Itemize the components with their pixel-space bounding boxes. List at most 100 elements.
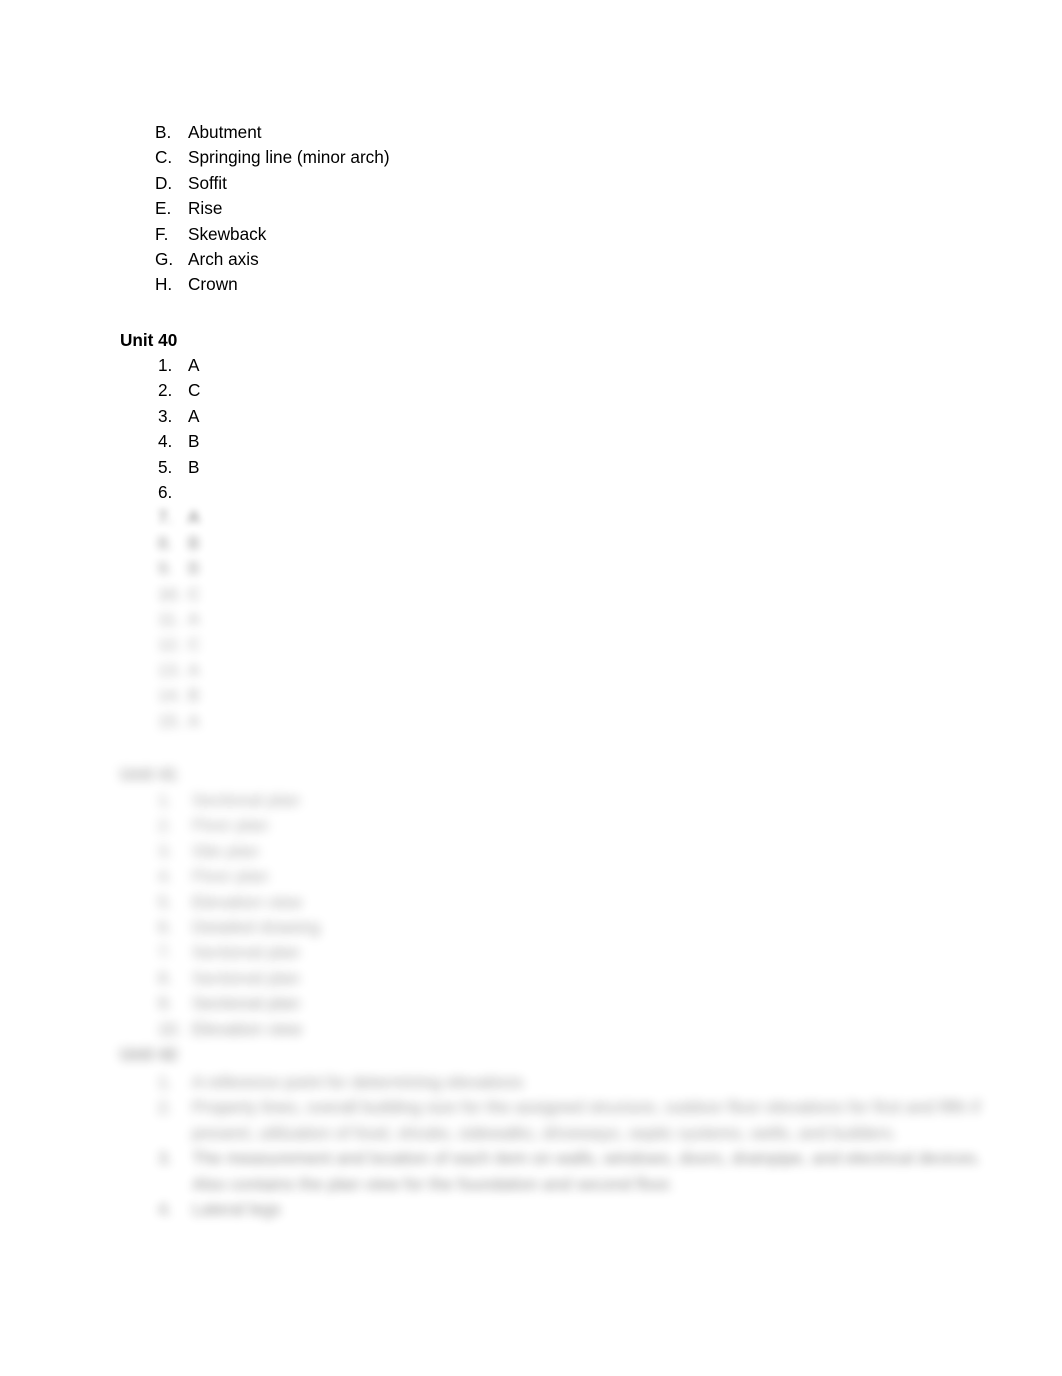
list-text: Rise <box>188 198 223 219</box>
list-marker: E. <box>155 198 172 219</box>
list-item: E. Rise <box>120 196 1000 221</box>
list-marker: 4. <box>158 866 173 887</box>
list-marker: 11. <box>158 609 181 630</box>
list-item: F. Skewback <box>120 222 1000 247</box>
document-page: B. Abutment C. Springing line (minor arc… <box>0 0 1062 1376</box>
list-marker: 10. <box>158 583 182 604</box>
list-text: Soffit <box>188 172 227 193</box>
list-text: B <box>188 685 200 706</box>
list-marker: 9. <box>158 993 173 1014</box>
list-item: C. Springing line (minor arch) <box>120 145 1000 170</box>
list-item: 6. <box>120 480 1000 505</box>
list-item: 9. Sectional plan <box>120 991 1000 1016</box>
list-text: Detailed drawing <box>192 917 321 938</box>
list-marker: 7. <box>158 507 173 528</box>
list-item: 10. Elevation view <box>120 1017 1000 1042</box>
list-text: B <box>188 431 200 452</box>
list-text: Crown <box>188 274 238 295</box>
list-item: 1. Sectional plan <box>120 788 1000 813</box>
list-marker: 1. <box>158 355 173 375</box>
list-marker: 3. <box>158 405 173 426</box>
section-heading: Unit 40 <box>120 330 178 350</box>
list-marker: C. <box>155 147 173 168</box>
list-item: 6. Detailed drawing <box>120 915 1000 940</box>
list-text: Floor plan <box>192 866 269 887</box>
list-item: H. Crown <box>120 272 1000 297</box>
list-item: 3. The measurement and location of each … <box>120 1146 1000 1197</box>
unit-40-heading-block: Unit 40 <box>120 328 1000 353</box>
list-text: The measurement and location of each ite… <box>192 1148 985 1194</box>
list-text: Floor plan <box>192 815 269 836</box>
list-item: 8. B <box>120 531 1000 556</box>
list-marker: 8. <box>158 532 173 553</box>
list-text: Site plan <box>192 840 259 861</box>
list-item: 4. Floor plan <box>120 864 1000 889</box>
list-item: 8. Sectional plan <box>120 966 1000 991</box>
list-item: 9. B <box>120 556 1000 581</box>
list-text: C <box>188 380 201 401</box>
list-item: 3. A <box>120 404 1000 429</box>
list-marker: 14. <box>158 685 182 706</box>
list-text: Skewback <box>188 223 267 244</box>
unit-41-answer-list: 1. Sectional plan 2. Floor plan 3. Site … <box>120 788 1000 1042</box>
list-marker: F. <box>155 223 169 244</box>
list-marker: 5. <box>158 891 173 912</box>
list-item: 7. Sectional plan <box>120 940 1000 965</box>
list-text: A <box>188 659 200 680</box>
list-marker: 3. <box>158 1148 173 1169</box>
list-marker: 1. <box>158 1072 173 1092</box>
unit-40-answer-list: 1. A 2. C 3. A 4. B 5. B 6. 7. A 8. B 9.… <box>120 353 1000 734</box>
list-text: A reference point for determining elevat… <box>192 1072 524 1092</box>
list-marker: 10. <box>158 1018 182 1039</box>
list-marker: 2. <box>158 380 173 401</box>
arch-parts-list: B. Abutment C. Springing line (minor arc… <box>120 120 1000 298</box>
unit-42-heading-block: Unit 42 <box>120 1042 1000 1067</box>
list-marker: H. <box>155 274 173 295</box>
list-text: Property lines, overall building size fo… <box>192 1097 985 1143</box>
list-item: B. Abutment <box>120 120 1000 145</box>
list-item: 11. A <box>120 607 1000 632</box>
list-text: A <box>188 355 200 375</box>
list-text: A <box>188 405 200 426</box>
list-text: Sectional plan <box>192 993 300 1014</box>
list-marker: 5. <box>158 456 173 477</box>
list-text: B <box>188 456 200 477</box>
list-marker: 2. <box>158 1097 173 1118</box>
section-heading: Unit 41 <box>120 764 178 784</box>
list-text: B <box>188 532 200 553</box>
list-item: 2. Floor plan <box>120 813 1000 838</box>
list-item: 1. A reference point for determining ele… <box>120 1070 1000 1095</box>
list-marker: 13. <box>158 659 182 680</box>
list-text: Lateral legs <box>192 1199 281 1220</box>
list-marker: 12. <box>158 634 182 655</box>
list-item: 10. C <box>120 582 1000 607</box>
list-text: Elevation view <box>192 1018 302 1039</box>
list-marker: 1. <box>158 790 173 810</box>
unit-42-answer-list: 1. A reference point for determining ele… <box>120 1070 1000 1222</box>
list-text: Springing line (minor arch) <box>188 147 390 168</box>
list-text: Elevation view <box>192 891 302 912</box>
list-marker: 6. <box>158 482 173 503</box>
list-text: A <box>188 710 200 731</box>
section-heading: Unit 42 <box>120 1044 178 1064</box>
list-item: 2. Property lines, overall building size… <box>120 1095 1000 1146</box>
list-text: C <box>188 634 201 655</box>
list-marker: 8. <box>158 967 173 988</box>
list-marker: 6. <box>158 917 173 938</box>
list-item: 1. A <box>120 353 1000 378</box>
list-marker: D. <box>155 172 173 193</box>
list-item: G. Arch axis <box>120 247 1000 272</box>
list-marker: 2. <box>158 815 173 836</box>
list-marker: 9. <box>158 558 173 579</box>
list-item: 4. Lateral legs <box>120 1197 1000 1222</box>
list-item: 2. C <box>120 378 1000 403</box>
list-text: Arch axis <box>188 249 259 270</box>
list-item: 12. C <box>120 632 1000 657</box>
list-text: B <box>188 558 200 579</box>
list-marker: 15. <box>158 710 182 731</box>
list-text: Abutment <box>188 122 262 142</box>
list-text: Sectional plan <box>192 790 300 810</box>
list-marker: 4. <box>158 1199 173 1220</box>
list-item: 3. Site plan <box>120 839 1000 864</box>
list-item: 13. A <box>120 658 1000 683</box>
